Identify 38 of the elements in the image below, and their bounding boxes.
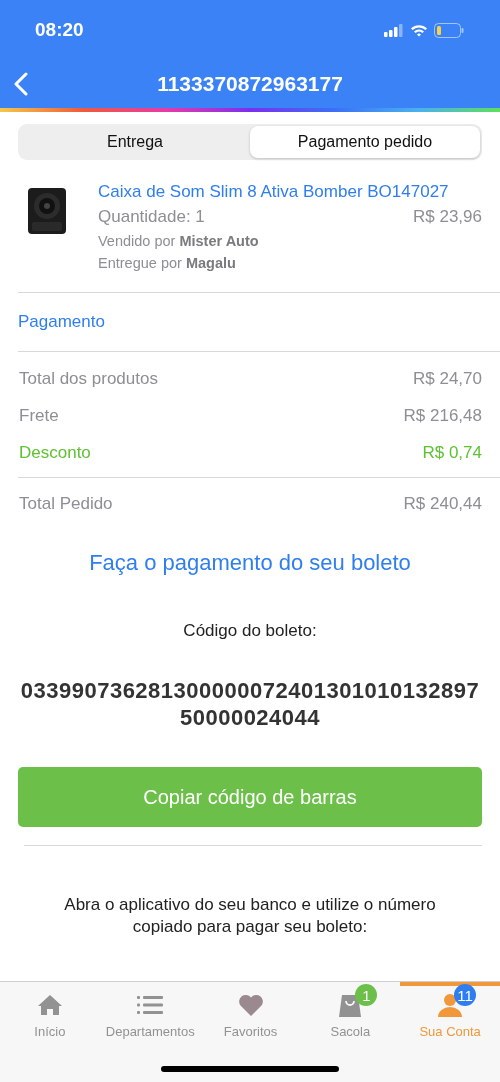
summary-label: Total dos produtos bbox=[19, 368, 158, 389]
heart-icon bbox=[237, 994, 264, 1016]
product-name-link[interactable]: Caixa de Som Slim 8 Ativa Bomber BO147027 bbox=[98, 180, 482, 204]
order-number-title: 1133370872963177 bbox=[157, 72, 343, 96]
segment-tab[interactable]: Entrega bbox=[20, 126, 250, 158]
copy-barcode-button[interactable]: Copiar código de barras bbox=[18, 767, 482, 827]
summary-label: Frete bbox=[19, 405, 59, 426]
count-badge: 1 bbox=[355, 984, 378, 1006]
battery-icon bbox=[434, 22, 464, 38]
summary-value: R$ 24,70 bbox=[413, 368, 482, 389]
shopping-bag-icon bbox=[339, 993, 362, 1017]
code-label: Código do boleto: bbox=[182, 621, 318, 641]
product-price: R$ 23,96 bbox=[413, 206, 482, 228]
tab-bar-item[interactable]: Início bbox=[0, 982, 100, 1040]
count-badge: 11 bbox=[454, 984, 477, 1006]
wifi-icon bbox=[410, 23, 428, 37]
total-value: R$ 240,44 bbox=[403, 494, 482, 514]
segment-tab[interactable]: Pagamento pedido bbox=[250, 126, 480, 158]
back-button[interactable] bbox=[12, 70, 30, 98]
total-label: Total Pedido bbox=[19, 494, 113, 514]
summary-value: R$ 0,74 bbox=[422, 442, 482, 463]
quantity-text: Quantidade: 1 bbox=[98, 206, 205, 228]
delivery-text: Entregue por Magalu bbox=[98, 254, 237, 273]
summary-label: Desconto bbox=[19, 442, 91, 463]
tab-bar-item[interactable]: 1 Sacola bbox=[300, 982, 401, 1040]
seller-text: Vendido por Mister Auto bbox=[98, 232, 260, 251]
boleto-code: 03399073628130000007240130101013289750000024044 bbox=[19, 677, 481, 731]
payment-heading: Pagamento bbox=[17, 311, 106, 333]
list-icon bbox=[137, 996, 164, 1014]
instructions-text: Abra o aplicativo do seu banco e utilize o número copiado para pagar seu boleto: bbox=[63, 894, 437, 938]
boleto-heading: Faça o pagamento do seu boleto bbox=[88, 550, 412, 576]
tab-bar-item[interactable]: Departamentos bbox=[99, 982, 201, 1040]
summary-value: R$ 216,48 bbox=[403, 405, 482, 426]
tab-bar-item[interactable]: Favoritos bbox=[200, 982, 301, 1040]
tab-bar-item[interactable]: 11 Sua Conta bbox=[400, 982, 500, 1040]
home-icon bbox=[36, 994, 63, 1016]
status-time: 08:20 bbox=[35, 19, 84, 41]
signal-icon bbox=[384, 23, 404, 37]
